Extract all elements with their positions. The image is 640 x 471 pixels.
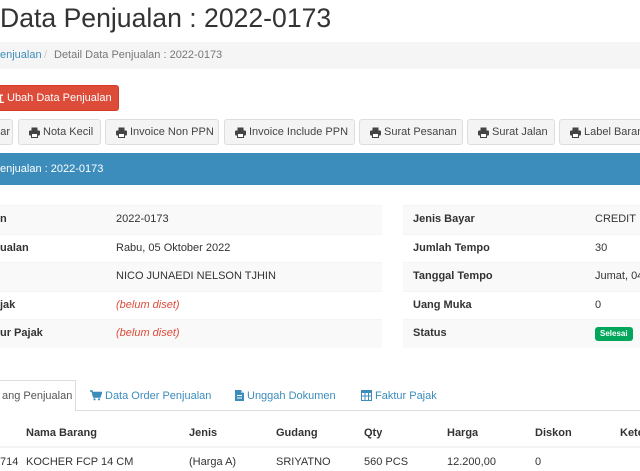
detail-value-customer: NICO JUNAEDI NELSON TJHIN — [116, 270, 276, 283]
table-cell-gudang: SRIYATNO — [276, 456, 331, 468]
detail-label: Status — [413, 327, 447, 340]
column-header-jenis: Jenis — [189, 427, 218, 439]
detail-row: Uang Muka 0 — [403, 290, 640, 320]
print-surat-jalan-button[interactable]: Surat Jalan — [467, 119, 555, 145]
detail-row: Tanggal Tempo Jumat, 04 — [403, 262, 640, 291]
payment-detail-table: Jenis Bayar CREDIT Jumlah Tempo 30 Tangg… — [403, 205, 640, 348]
tab-label: Unggah Dokumen — [247, 389, 336, 402]
print-invoice-non-ppn-button[interactable]: Invoice Non PPN — [105, 119, 219, 145]
column-header-keterangan: Kete — [620, 427, 640, 439]
tab-data-order-penjualan[interactable]: Data Order Penjualan — [90, 380, 211, 411]
detail-value: CREDIT — [595, 213, 636, 225]
detail-label: Uang Muka — [413, 298, 472, 311]
table-cell-qty: 560 PCS — [364, 456, 409, 468]
print-button-label: Invoice Non PPN — [130, 126, 214, 138]
breadcrumb-current: Detail Data Penjualan : 2022-0173 — [54, 49, 223, 61]
print-button-label: Nota Kecil — [43, 126, 94, 138]
print-button-label: Invoice Include PPN — [249, 126, 349, 138]
detail-value-unset: (belum diset) — [116, 298, 180, 311]
detail-label: jak — [0, 298, 16, 311]
breadcrumb-link-penjualan[interactable]: enjualan — [0, 42, 42, 69]
edit-sale-label: Ubah Data Penjualan — [7, 92, 112, 104]
column-header-diskon: Diskon — [535, 427, 572, 439]
tab-data-barang-penjualan[interactable]: ang Penjualan — [0, 380, 76, 411]
detail-label: ualan — [0, 241, 29, 254]
edit-icon — [0, 92, 4, 104]
detail-row: Status Selesai — [403, 319, 640, 348]
detail-row: ur Pajak (belum diset) — [0, 319, 382, 348]
table-cell-diskon: 0 — [535, 456, 542, 468]
detail-row: ualan Rabu, 05 Oktober 2022 — [0, 233, 382, 263]
edit-sale-button[interactable]: Ubah Data Penjualan — [0, 85, 119, 111]
print-icon — [235, 127, 246, 138]
print-icon — [478, 127, 489, 138]
table-icon — [361, 390, 372, 401]
tab-label: Data Order Penjualan — [105, 389, 212, 402]
status-cell: Selesai — [595, 320, 640, 348]
print-nota-kecil-button[interactable]: Nota Kecil — [18, 119, 101, 145]
column-header-gudang: Gudang — [276, 427, 318, 439]
page-title: Data Penjualan : 2022-0173 — [0, 3, 332, 33]
tab-label: Faktur Pajak — [375, 389, 437, 402]
table-cell-nama-barang: KOCHER FCP 14 CM — [26, 456, 134, 468]
detail-label: ur Pajak — [0, 327, 43, 340]
print-button-label: ar — [0, 126, 10, 138]
detail-row: jak (belum diset) — [0, 290, 382, 320]
detail-value: Jumat, 04 — [595, 270, 640, 283]
print-surat-pesanan-button[interactable]: Surat Pesanan — [359, 119, 463, 145]
print-button-label: Surat Jalan — [492, 126, 548, 138]
tab-label: ang Penjualan — [2, 390, 73, 402]
detail-row: n 2022-0173 — [0, 205, 382, 234]
detail-row: Jenis Bayar CREDIT — [403, 205, 640, 234]
print-button-label: Label Baran — [584, 126, 640, 138]
table-cell-harga: 12.200,00 — [447, 456, 496, 468]
breadcrumb: enjualan / Detail Data Penjualan : 2022-… — [0, 42, 640, 69]
detail-value: 30 — [595, 241, 608, 254]
detail-value-unset: (belum diset) — [116, 327, 180, 340]
print-icon — [570, 127, 581, 138]
detail-value: 0 — [595, 298, 602, 311]
print-icon — [29, 127, 40, 138]
cart-icon — [90, 390, 102, 401]
detail-label: Tanggal Tempo — [413, 270, 493, 283]
sale-detail-table: n 2022-0173 ualan Rabu, 05 Oktober 2022 … — [0, 205, 382, 348]
table-cell-code: 714 — [0, 456, 19, 468]
tab-divider — [76, 410, 640, 411]
panel-header: enjualan : 2022-0173 — [0, 153, 640, 185]
detail-value: Rabu, 05 Oktober 2022 — [116, 241, 231, 254]
column-header-harga: Harga — [447, 427, 479, 439]
print-button-faktur[interactable]: ar — [0, 119, 13, 145]
column-header-nama-barang: Nama Barang — [26, 427, 97, 439]
print-icon — [370, 127, 381, 138]
detail-row: Jumlah Tempo 30 — [403, 233, 640, 263]
file-icon — [235, 390, 244, 401]
detail-label: n — [0, 213, 7, 225]
tab-unggah-dokumen[interactable]: Unggah Dokumen — [235, 380, 336, 411]
tab-faktur-pajak[interactable]: Faktur Pajak — [361, 380, 437, 411]
print-invoice-include-ppn-button[interactable]: Invoice Include PPN — [224, 119, 355, 145]
print-icon — [116, 127, 127, 138]
panel-title: enjualan : 2022-0173 — [0, 163, 104, 175]
print-label-barang-button[interactable]: Label Baran — [559, 119, 640, 145]
detail-label: Jumlah Tempo — [413, 241, 490, 254]
print-button-label: Surat Pesanan — [384, 126, 457, 138]
detail-value: 2022-0173 — [116, 213, 169, 225]
detail-row: NICO JUNAEDI NELSON TJHIN — [0, 262, 382, 291]
detail-label: Jenis Bayar — [413, 213, 475, 225]
column-header-qty: Qty — [364, 427, 383, 439]
breadcrumb-separator: / — [44, 49, 48, 61]
status-badge: Selesai — [595, 327, 633, 342]
table-cell-jenis: (Harga A) — [189, 456, 237, 468]
